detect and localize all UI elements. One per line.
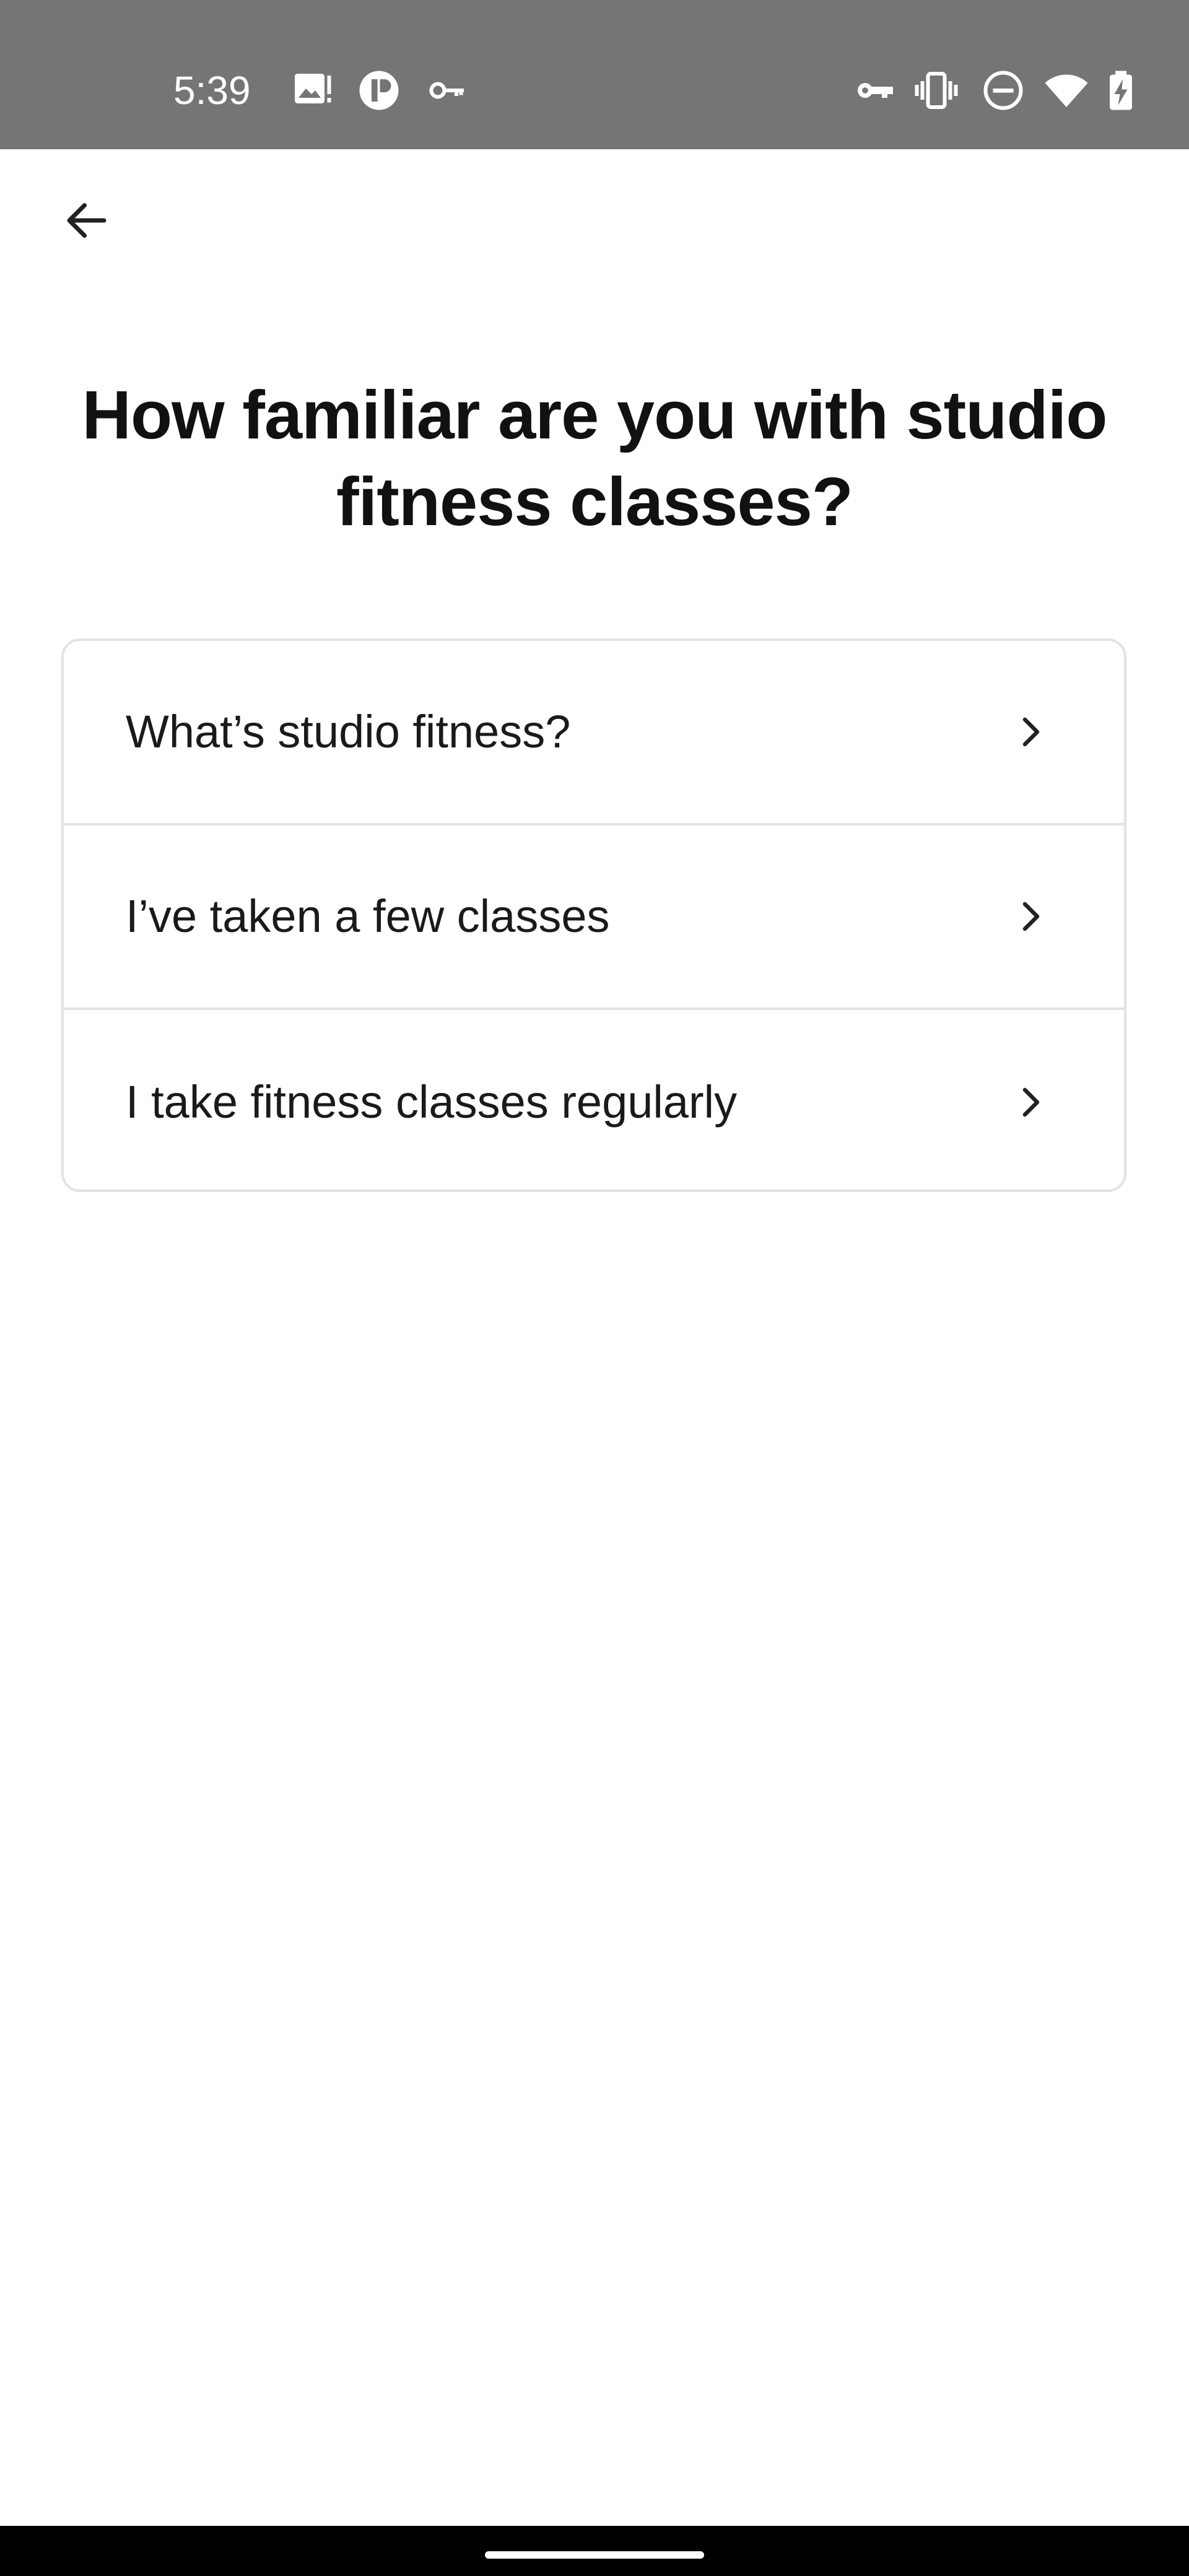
option-label: What’s studio fitness? (126, 706, 571, 757)
option-taken-a-few-classes[interactable]: I’ve taken a few classes (64, 825, 1124, 1010)
page-title: How familiar are you with studio fitness… (82, 377, 1108, 540)
key-icon (429, 82, 464, 99)
system-nav-bar (0, 2526, 1189, 2576)
option-whats-studio-fitness[interactable]: What’s studio fitness? (64, 641, 1124, 825)
status-bar: 5:39 (0, 0, 1189, 149)
chevron-right-icon (1022, 717, 1040, 747)
chevron-right-icon (1022, 902, 1040, 931)
wifi-icon (1045, 74, 1088, 107)
home-gesture-handle[interactable] (485, 2551, 704, 2559)
chevron-right-icon (1022, 1087, 1040, 1117)
do-not-disturb-icon (983, 71, 1023, 110)
option-label: I’ve taken a few classes (126, 890, 610, 942)
battery-charging-icon (1110, 71, 1132, 110)
app-content: How familiar are you with studio fitness… (0, 149, 1189, 2526)
back-button[interactable] (43, 177, 130, 264)
option-take-classes-regularly[interactable]: I take fitness classes regularly (64, 1010, 1124, 1190)
options-card: What’s studio fitness? I’ve taken a few … (61, 638, 1126, 1192)
app-logo-icon (359, 71, 399, 110)
status-time: 5:39 (173, 68, 251, 113)
option-label: I take fitness classes regularly (126, 1076, 738, 1128)
arrow-left-icon (67, 203, 107, 238)
vpn-key-icon (858, 83, 893, 98)
image-alert-icon (295, 74, 331, 103)
vibrate-icon (915, 72, 958, 109)
